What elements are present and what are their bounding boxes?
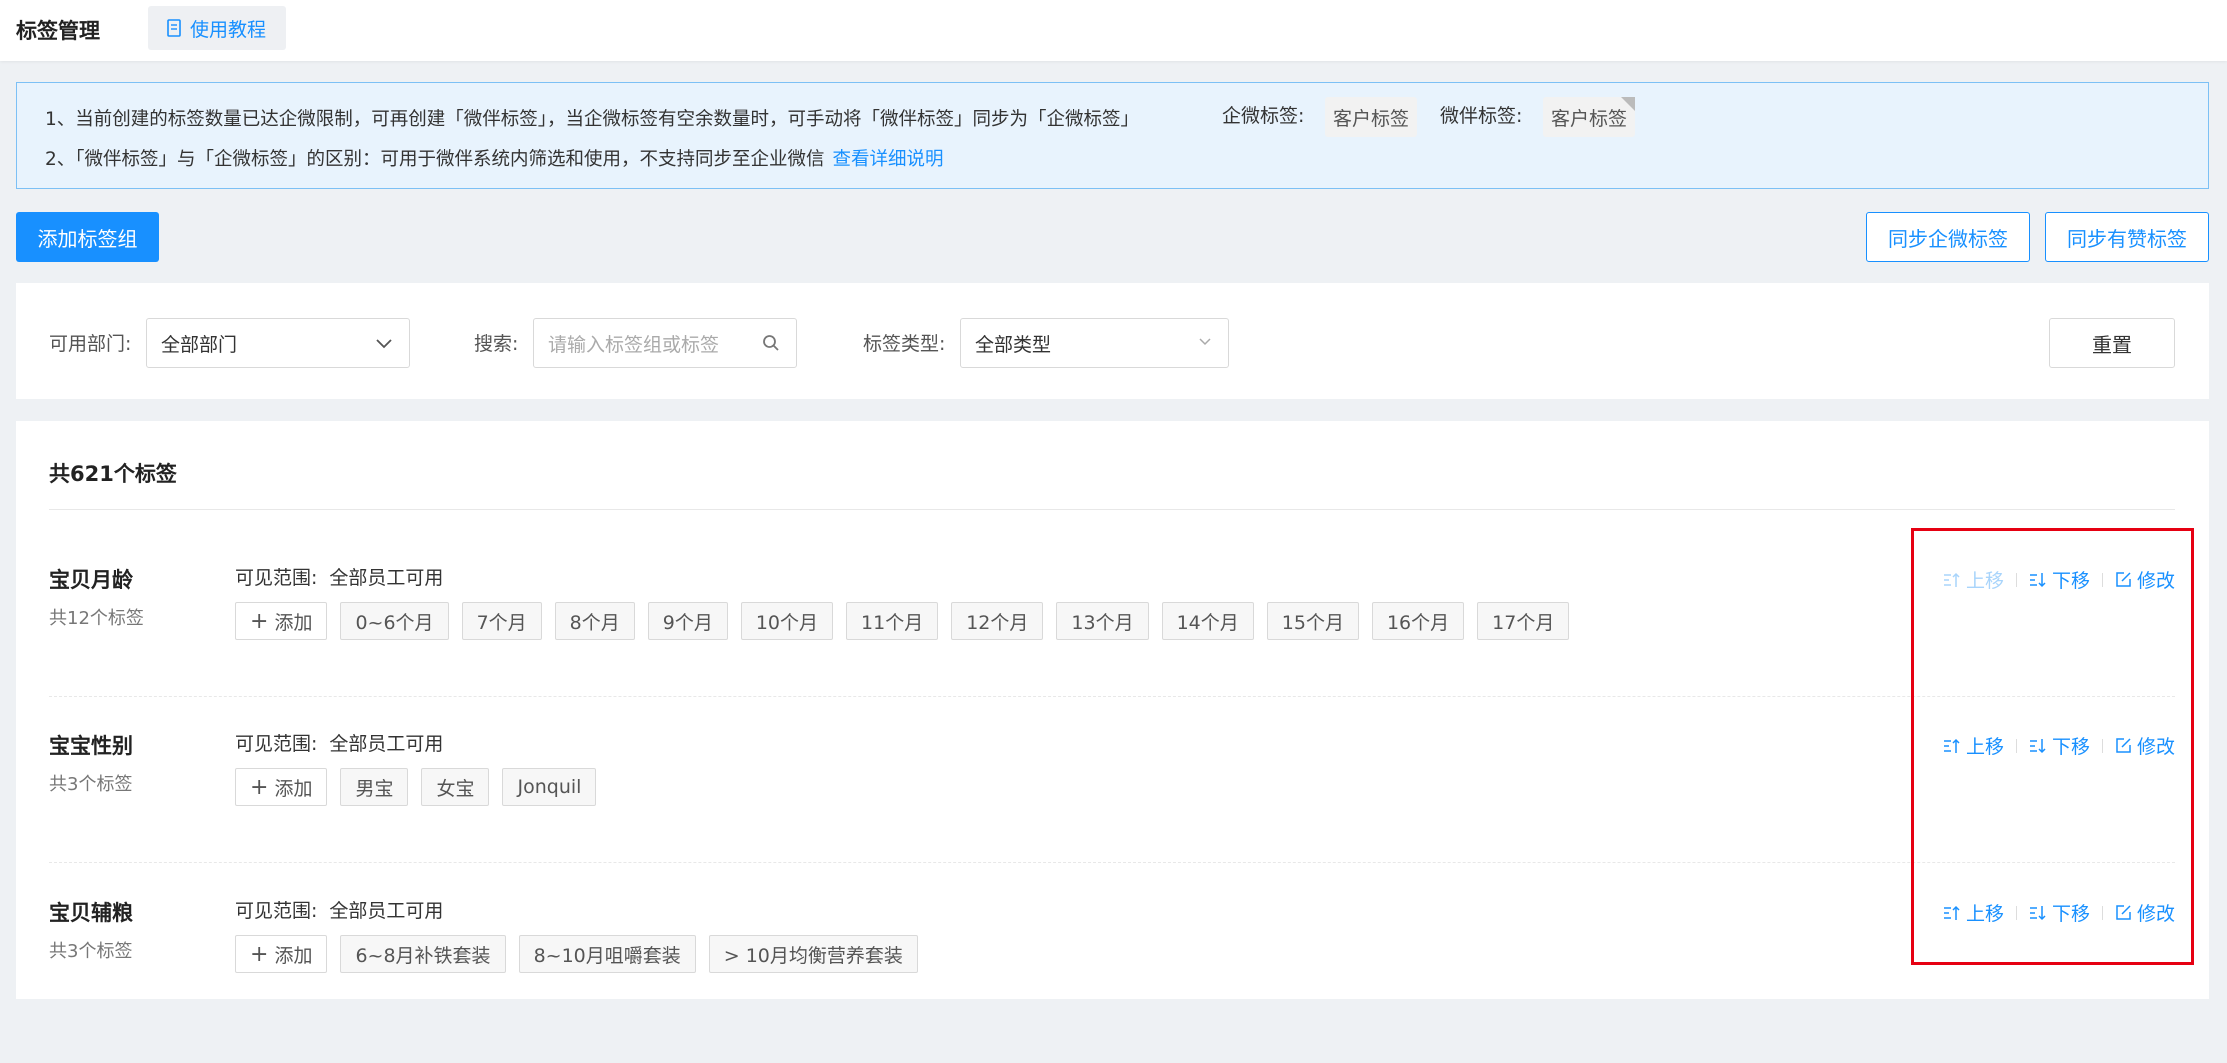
- scope-value: 全部员工可用: [329, 567, 444, 589]
- divider: [49, 509, 2175, 510]
- plus-icon: +: [250, 941, 269, 967]
- group-tag-count: 共3个标签: [49, 774, 133, 795]
- group-tag-count: 共12个标签: [49, 608, 144, 629]
- tag-chip[interactable]: 10个月: [740, 602, 834, 640]
- filter-panel: 可用部门: 全部部门 搜索: 请输入标签组或标签 标签类型: 全部类型 重置: [16, 283, 2209, 399]
- dept-select[interactable]: 全部部门: [146, 318, 410, 368]
- tag-chip[interactable]: Jonquil: [502, 768, 597, 806]
- highlight-box: [1911, 528, 2194, 965]
- scope-label: 可见范围:: [235, 733, 318, 755]
- group-divider: [49, 862, 2175, 863]
- search-icon: [763, 335, 779, 351]
- type-select-value: 全部类型: [975, 333, 1052, 356]
- tag-chip[interactable]: 17个月: [1477, 602, 1570, 640]
- add-tag-group-button[interactable]: 添加标签组: [16, 212, 159, 262]
- tag-chip[interactable]: 6~8月补铁套装: [340, 935, 506, 973]
- tag-chip[interactable]: 15个月: [1266, 602, 1359, 640]
- tag-chip[interactable]: 11个月: [846, 602, 939, 640]
- tag-group: 宝贝月龄 共12个标签 可见范围: 全部员工可用 + 添加 0~6个月 7个月 8个…: [49, 564, 2175, 730]
- search-placeholder: 请输入标签组或标签: [548, 333, 720, 356]
- group-tag-count: 共3个标签: [49, 941, 133, 962]
- page-title: 标签管理: [16, 19, 100, 43]
- tag-list: + 添加 男宝 女宝 Jonquil: [235, 768, 597, 806]
- tag-chip[interactable]: 9个月: [647, 602, 728, 640]
- tag-chip[interactable]: 8~10月咀嚼套装: [518, 935, 696, 973]
- tag-list: + 添加 0~6个月 7个月 8个月 9个月 10个月 11个月 12个月 13个…: [235, 602, 1570, 640]
- add-tag-button[interactable]: + 添加: [235, 602, 328, 640]
- add-tag-button[interactable]: + 添加: [235, 768, 328, 806]
- tag-total-count: 共621个标签: [49, 462, 177, 486]
- add-tag-label: 添加: [274, 777, 313, 800]
- group-name: 宝宝性别: [49, 734, 133, 758]
- add-tag-label: 添加: [274, 611, 313, 634]
- tag-group: 宝宝性别 共3个标签 可见范围: 全部员工可用 + 添加 男宝 女宝 Jonquil…: [49, 730, 2175, 896]
- dept-filter-label: 可用部门:: [49, 333, 132, 355]
- tutorial-label: 使用教程: [190, 18, 267, 41]
- detail-link[interactable]: 查看详细说明: [833, 149, 944, 170]
- group-scope: 可见范围: 全部员工可用: [235, 729, 443, 756]
- add-tag-button[interactable]: + 添加: [235, 935, 328, 973]
- tag-chip[interactable]: 8个月: [554, 602, 635, 640]
- plus-icon: +: [250, 774, 269, 800]
- type-filter-label: 标签类型:: [863, 333, 946, 355]
- qiwei-tag-chip: 客户标签: [1325, 97, 1418, 137]
- top-bar: 标签管理 使用教程: [0, 0, 2227, 61]
- dept-select-value: 全部部门: [161, 333, 238, 356]
- tag-chip[interactable]: 12个月: [951, 602, 1044, 640]
- weiban-tag-chip: 客户标签: [1543, 97, 1636, 137]
- notice-line-2-text: 2、「微伴标签」与「企微标签」的区别：可用于微伴系统内筛选和使用，不支持同步至企…: [45, 149, 825, 170]
- chevron-down-icon: [376, 339, 392, 349]
- tag-chip[interactable]: 16个月: [1371, 602, 1465, 640]
- notice-line-2: 2、「微伴标签」与「企微标签」的区别：可用于微伴系统内筛选和使用，不支持同步至企…: [45, 145, 944, 171]
- scope-label: 可见范围:: [235, 900, 318, 922]
- weiban-tag-chip-text: 客户标签: [1551, 107, 1628, 130]
- corner-mark-icon: [1621, 97, 1636, 111]
- type-select[interactable]: 全部类型: [960, 318, 1229, 368]
- qiwei-tag-label: 企微标签:: [1222, 105, 1305, 127]
- tag-chip[interactable]: 14个月: [1161, 602, 1254, 640]
- tutorial-button[interactable]: 使用教程: [148, 6, 286, 50]
- search-input[interactable]: 请输入标签组或标签: [533, 318, 797, 368]
- tag-group: 宝贝辅粮 共3个标签 可见范围: 全部员工可用 + 添加 6~8月补铁套装 8~10…: [49, 897, 2175, 1063]
- search-label: 搜索:: [474, 333, 519, 355]
- notice-banner: 1、当前创建的标签数量已达企微限制，可再创建「微伴标签」，当企微标签有空余数量时…: [16, 82, 2209, 189]
- tag-chip[interactable]: 0~6个月: [340, 602, 449, 640]
- scope-label: 可见范围:: [235, 567, 318, 589]
- tag-chip[interactable]: > 10月均衡营养套装: [708, 935, 918, 973]
- group-scope: 可见范围: 全部员工可用: [235, 563, 443, 590]
- group-name: 宝贝辅粮: [49, 901, 133, 925]
- tag-chip[interactable]: 13个月: [1056, 602, 1149, 640]
- chevron-down-icon: [1199, 338, 1211, 346]
- scope-value: 全部员工可用: [329, 900, 444, 922]
- group-divider: [49, 696, 2175, 697]
- tag-chip[interactable]: 男宝: [340, 768, 409, 806]
- tag-list-panel: 共621个标签 宝贝月龄 共12个标签 可见范围: 全部员工可用 + 添加 0~6个…: [16, 421, 2209, 999]
- sync-youzan-button[interactable]: 同步有赞标签: [2045, 212, 2209, 262]
- document-icon: [167, 19, 181, 37]
- notice-line-1: 1、当前创建的标签数量已达企微限制，可再创建「微伴标签」，当企微标签有空余数量时…: [45, 109, 1140, 130]
- reset-button[interactable]: 重置: [2049, 318, 2175, 368]
- plus-icon: +: [250, 608, 269, 634]
- sync-qiwei-button[interactable]: 同步企微标签: [1866, 212, 2030, 262]
- tag-chip[interactable]: 女宝: [421, 768, 490, 806]
- scope-value: 全部员工可用: [329, 733, 444, 755]
- group-name: 宝贝月龄: [49, 568, 133, 592]
- add-tag-label: 添加: [274, 944, 313, 967]
- tag-list: + 添加 6~8月补铁套装 8~10月咀嚼套装 > 10月均衡营养套装: [235, 935, 918, 973]
- group-scope: 可见范围: 全部员工可用: [235, 896, 443, 923]
- weiban-tag-label: 微伴标签:: [1440, 105, 1523, 127]
- tag-chip[interactable]: 7个月: [461, 602, 542, 640]
